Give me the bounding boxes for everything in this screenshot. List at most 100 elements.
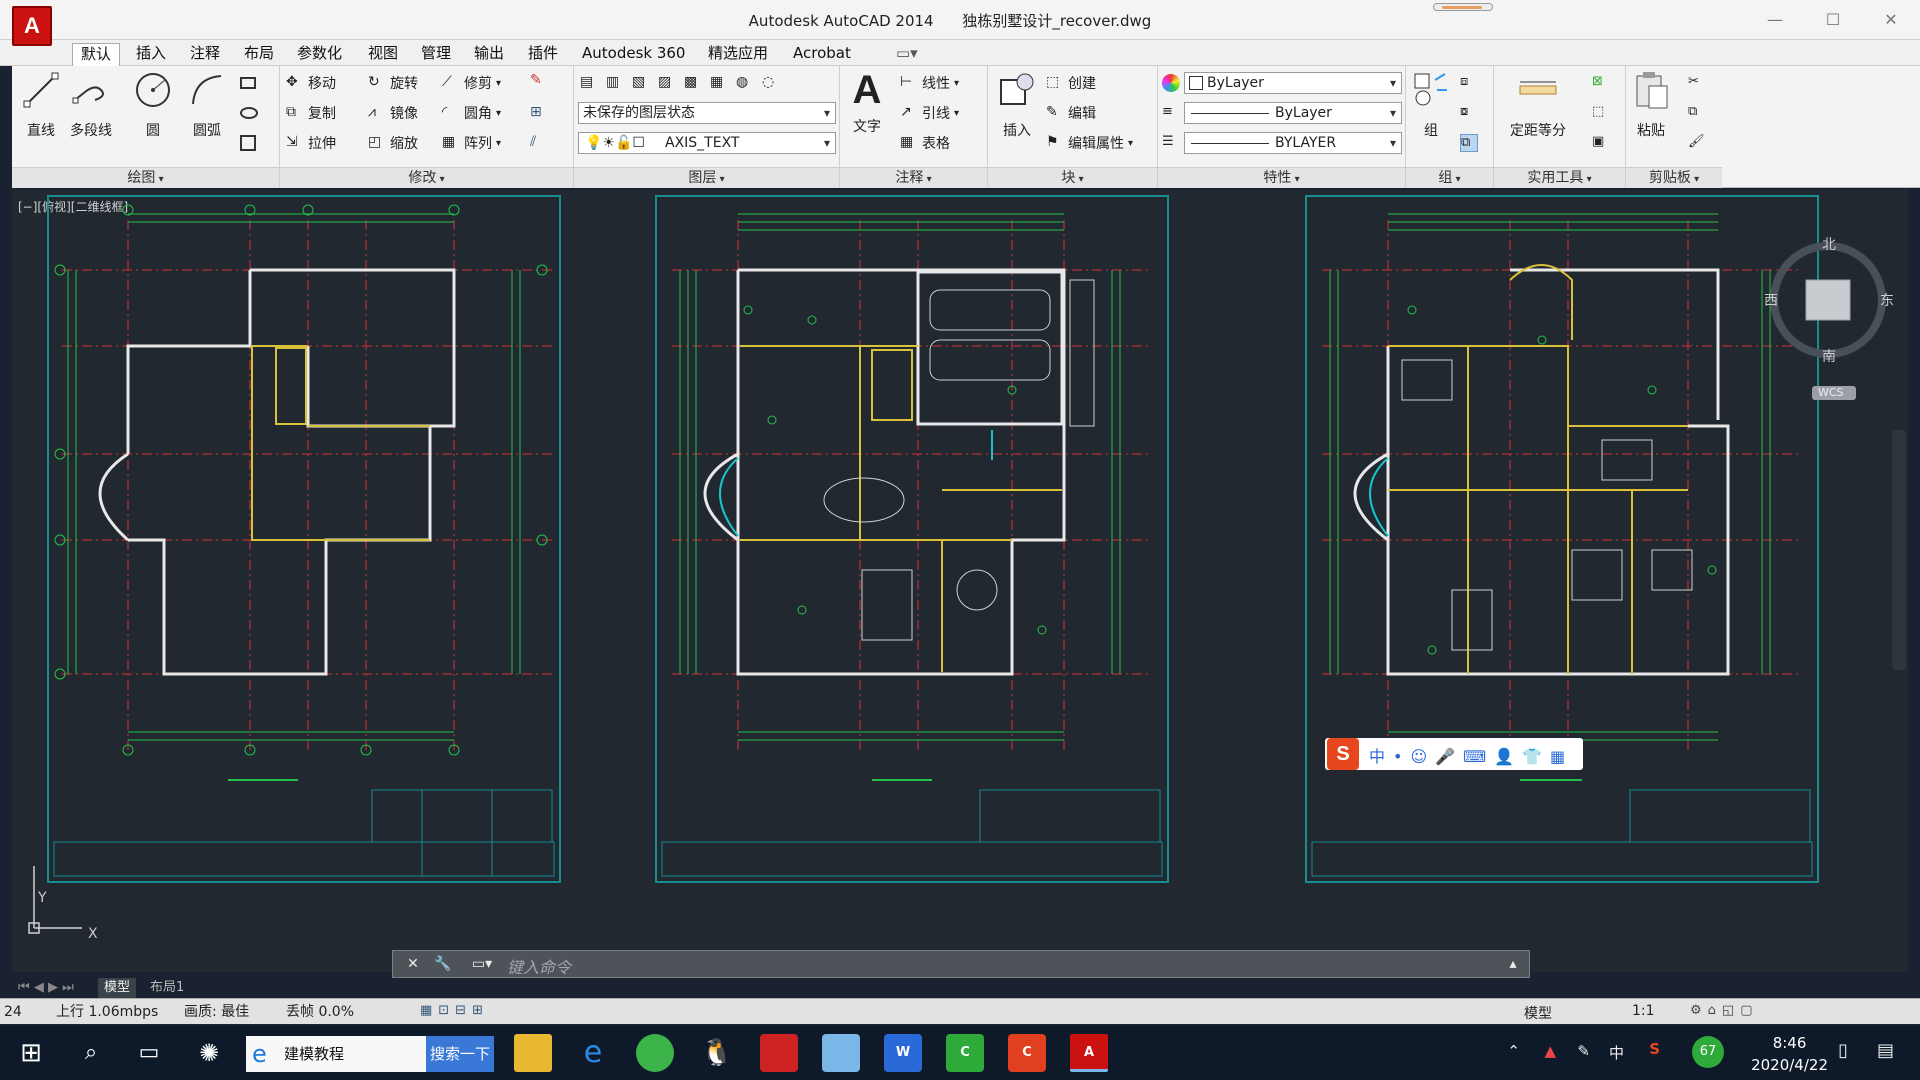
tab-featured-apps[interactable]: 精选应用 <box>700 43 776 66</box>
layer-state-dropdown[interactable]: 未保存的图层状态 <box>578 102 836 124</box>
viewcube-wcs-menu[interactable]: WCS <box>1818 386 1844 399</box>
properties-panel-title[interactable]: 特性 <box>1158 167 1405 188</box>
offset-tool[interactable]: ⫽ <box>530 132 548 154</box>
ime-tool-icons[interactable]: 中•☺🎤⌨👤👕▦ <box>1369 743 1573 767</box>
tab-insert[interactable]: 插入 <box>128 43 174 66</box>
layer-match-icon[interactable]: ▥ <box>606 74 624 92</box>
tab-layout[interactable]: 布局 <box>236 43 282 66</box>
search-icon[interactable]: ⌕ <box>72 1034 110 1072</box>
layer-freeze-icon[interactable]: ▩ <box>684 74 702 92</box>
camtasia-red-icon[interactable]: C <box>1008 1034 1046 1072</box>
lineweight-dropdown[interactable]: BYLAYER <box>1184 132 1402 154</box>
circle-tool[interactable]: 圆 <box>128 70 178 140</box>
modify-panel-title[interactable]: 修改 <box>280 167 573 188</box>
camtasia-green-icon[interactable]: C <box>946 1034 984 1072</box>
tab-output[interactable]: 输出 <box>466 43 512 66</box>
customize-command-icon[interactable]: 🔧 <box>433 955 453 973</box>
line-tool[interactable]: 直线 <box>16 70 66 140</box>
layer-properties-icon[interactable]: ▤ <box>580 74 598 92</box>
drawing-viewport[interactable]: [−][俯视][二维线框] 北 南 东 西 WCS Y X S 中•☺🎤⌨👤👕▦ <box>12 190 1908 972</box>
minimize-button[interactable]: — <box>1746 0 1804 40</box>
image-app-icon[interactable] <box>822 1034 860 1072</box>
viewcube-east[interactable]: 东 <box>1880 290 1894 310</box>
rectangle-tool[interactable] <box>240 72 256 94</box>
quick-select-icon[interactable]: ⊠ <box>1592 74 1610 92</box>
fan-app-icon[interactable]: ✺ <box>190 1034 228 1072</box>
annotation-scale[interactable]: 1:1 <box>1632 1003 1655 1019</box>
erase-tool[interactable]: ✎ <box>530 70 548 92</box>
word-app-icon[interactable]: W <box>884 1034 922 1072</box>
create-block-tool[interactable]: ⬚ 创建 <box>1046 72 1096 94</box>
search-go-button[interactable]: 搜索一下 <box>426 1036 494 1072</box>
ellipse-tool[interactable] <box>240 102 258 124</box>
current-layer-dropdown[interactable]: 💡☀🔓☐ AXIS_TEXT <box>578 132 836 154</box>
desktop-note-icon[interactable]: ▯ <box>1838 1040 1848 1061</box>
copy-tool[interactable]: ⧉ 复制 <box>286 102 336 124</box>
maximize-button[interactable]: ☐ <box>1804 0 1862 40</box>
pen-icon[interactable]: ✎ <box>1577 1042 1590 1060</box>
taskbar-clock[interactable]: 8:46 2020/4/22 <box>1751 1032 1828 1076</box>
edge-browser-icon[interactable]: e <box>574 1034 612 1072</box>
group-edit-icon[interactable]: ⧇ <box>1460 104 1478 122</box>
edit-block-tool[interactable]: ✎ 编辑 <box>1046 102 1096 124</box>
layer-off-icon[interactable]: ▧ <box>632 74 650 92</box>
recent-commands-icon[interactable]: ▭▾ <box>467 955 497 973</box>
leader-tool[interactable]: ↗ 引线 ▾ <box>900 102 959 124</box>
edit-attributes-tool[interactable]: ⚑ 编辑属性 ▾ <box>1046 132 1133 154</box>
trim-tool[interactable]: ⟋ 修剪 ▾ <box>442 72 501 94</box>
qq-icon[interactable]: 🐧 <box>698 1034 736 1072</box>
linetype-dropdown[interactable]: ByLayer <box>1184 102 1402 124</box>
task-view-icon[interactable]: ▭ <box>130 1034 168 1072</box>
utilities-panel-title[interactable]: 实用工具 <box>1494 167 1625 188</box>
cut-icon[interactable]: ✂ <box>1688 74 1706 92</box>
sogou-tray-icon[interactable]: S <box>1649 1040 1660 1058</box>
block-panel-title[interactable]: 块 <box>988 167 1157 188</box>
mirror-tool[interactable]: ⩘ 镜像 <box>368 102 418 124</box>
group-selection-icon[interactable]: ⧉ <box>1460 134 1478 152</box>
layer-walk-icon[interactable]: ◍ <box>736 74 754 92</box>
insert-block-tool[interactable]: 插入 <box>992 70 1042 140</box>
draw-panel-title[interactable]: 绘图 <box>12 167 279 188</box>
layer-merge-icon[interactable]: ◌ <box>762 74 780 92</box>
windows-start-icon[interactable]: ⊞ <box>12 1034 50 1072</box>
autocad-logo-button[interactable]: A <box>12 6 52 46</box>
layers-panel-title[interactable]: 图层 <box>574 167 839 188</box>
select-all-icon[interactable]: ⬚ <box>1592 104 1610 122</box>
viewcube-west[interactable]: 西 <box>1764 290 1778 310</box>
workspace-icons[interactable]: ⚙⌂◱▢ <box>1690 1003 1758 1018</box>
calculator-icon[interactable]: ▣ <box>1592 134 1610 152</box>
ime-language-indicator[interactable]: 中 <box>1609 1042 1624 1063</box>
viewcube-south[interactable]: 南 <box>1822 346 1836 366</box>
tray-expand-icon[interactable]: ⌃ <box>1507 1042 1520 1060</box>
taskbar-search-box[interactable]: e 建模教程 <box>246 1036 426 1072</box>
ribbon-toggle-icon[interactable]: ▭▾ <box>888 43 926 66</box>
hatch-tool[interactable] <box>240 132 256 154</box>
match-properties-icon[interactable]: 🖌 <box>1688 134 1706 152</box>
clipboard-panel-title[interactable]: 剪贴板 <box>1626 167 1722 188</box>
layer-lock-icon[interactable]: ▦ <box>710 74 728 92</box>
groups-panel-title[interactable]: 组 <box>1406 167 1493 188</box>
tab-view[interactable]: 视图 <box>360 43 406 66</box>
tray-app-icon[interactable]: ▲ <box>1544 1042 1556 1060</box>
autocad-taskbar-icon[interactable]: A <box>1070 1034 1108 1072</box>
text-tool[interactable]: A 文字 <box>842 70 892 136</box>
browser-360-icon[interactable] <box>636 1034 674 1072</box>
layer-isolate-icon[interactable]: ▨ <box>658 74 676 92</box>
command-input[interactable]: 键入命令 <box>507 954 571 978</box>
fillet-tool[interactable]: ◜ 圆角 ▾ <box>442 102 501 124</box>
color-dropdown[interactable]: ByLayer <box>1184 72 1402 94</box>
pdf-app-icon[interactable] <box>760 1034 798 1072</box>
rotate-tool[interactable]: ↻ 旋转 <box>368 72 418 94</box>
file-explorer-icon[interactable] <box>514 1034 552 1072</box>
measure-tool[interactable]: 定距等分 <box>1496 70 1580 140</box>
notification-icon[interactable]: ▤ <box>1877 1040 1894 1061</box>
viewcube-north[interactable]: 北 <box>1822 234 1836 254</box>
scale-tool[interactable]: ◰ 缩放 <box>368 132 418 154</box>
tab-manage[interactable]: 管理 <box>413 43 459 66</box>
tab-layout1[interactable]: 布局1 <box>144 978 190 998</box>
linear-dim-tool[interactable]: ⊢ 线性 ▾ <box>900 72 959 94</box>
table-tool[interactable]: ▦ 表格 <box>900 132 950 154</box>
array-tool[interactable]: ▦ 阵列 ▾ <box>442 132 501 154</box>
ime-toolbar[interactable]: S 中•☺🎤⌨👤👕▦ <box>1325 738 1583 770</box>
move-tool[interactable]: ✥ 移动 <box>286 72 336 94</box>
